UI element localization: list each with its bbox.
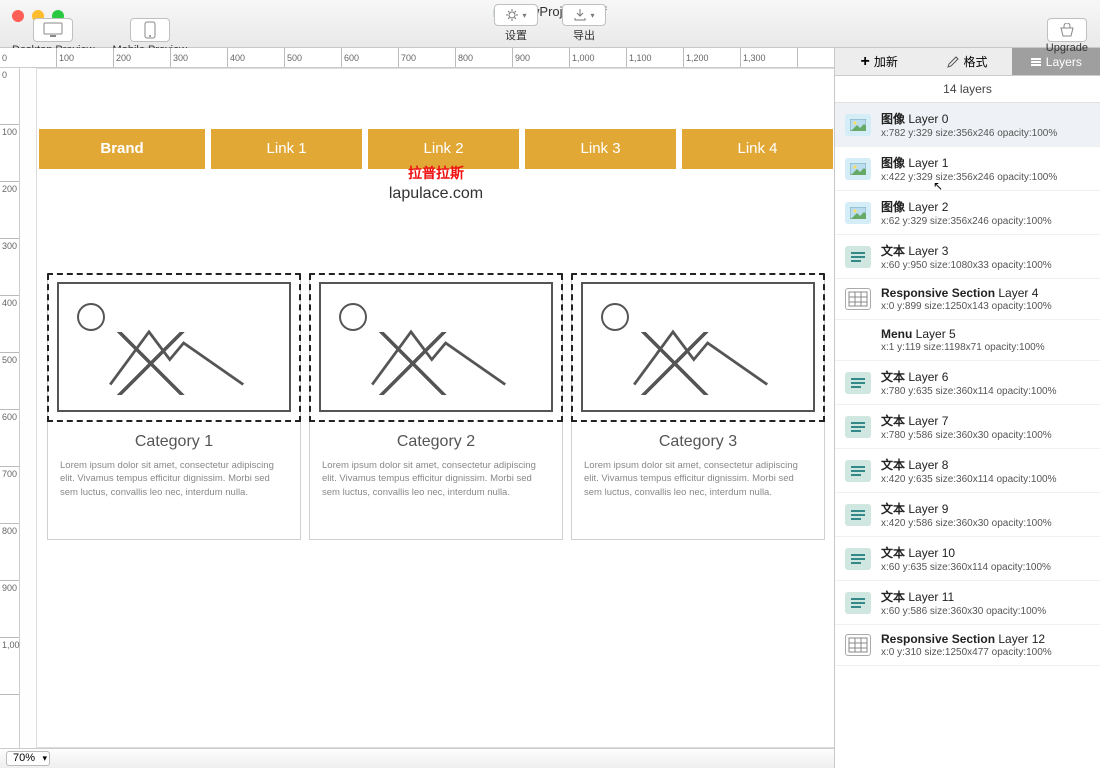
grid-icon	[845, 634, 871, 656]
grid-icon	[845, 288, 871, 310]
toolbar-center: ▾ 设置 ▾ 导出	[494, 4, 606, 43]
settings-button[interactable]: ▾ 设置	[494, 4, 538, 43]
card-image-placeholder[interactable]	[47, 274, 301, 422]
layer-info: 图像 Layer 0x:782 y:329 size:356x246 opaci…	[881, 110, 1057, 139]
layer-row[interactable]: Responsive Section Layer 12x:0 y:310 siz…	[835, 625, 1100, 666]
layer-info: 文本 Layer 3x:60 y:950 size:1080x33 opacit…	[881, 242, 1052, 271]
layer-row[interactable]: 文本 Layer 6x:780 y:635 size:360x114 opaci…	[835, 361, 1100, 405]
text-icon	[845, 372, 871, 394]
gear-icon	[505, 8, 519, 22]
card[interactable]: Category 3Lorem ipsum dolor sit amet, co…	[571, 273, 825, 540]
layer-row[interactable]: 文本 Layer 8x:420 y:635 size:360x114 opaci…	[835, 449, 1100, 493]
basket-icon	[1058, 23, 1076, 37]
layers-list[interactable]: 图像 Layer 0x:782 y:329 size:356x246 opaci…	[835, 103, 1100, 768]
text-icon	[845, 592, 871, 614]
layer-row[interactable]: 文本 Layer 11x:60 y:586 size:360x30 opacit…	[835, 581, 1100, 625]
upgrade-button[interactable]: Upgrade	[1046, 18, 1088, 54]
card-heading: Category 3	[572, 421, 824, 459]
layer-info: 图像 Layer 2x:62 y:329 size:356x246 opacit…	[881, 198, 1052, 227]
canvas-area: 01002003004005006007008009001,0001,1001,…	[0, 48, 835, 768]
text-icon	[845, 246, 871, 268]
layer-row[interactable]: 文本 Layer 3x:60 y:950 size:1080x33 opacit…	[835, 235, 1100, 279]
layer-info: Responsive Section Layer 4x:0 y:899 size…	[881, 286, 1052, 312]
layer-row[interactable]: 文本 Layer 7x:780 y:586 size:360x30 opacit…	[835, 405, 1100, 449]
ruler-vertical: 01002003004005006007008009001,000	[0, 68, 20, 748]
export-button[interactable]: ▾ 导出	[562, 4, 606, 43]
design-canvas[interactable]: Brand Link 1 Link 2 Link 3 Link 4 拉普拉斯 l…	[20, 68, 834, 748]
layer-info: 文本 Layer 7x:780 y:586 size:360x30 opacit…	[881, 412, 1052, 441]
card-heading: Category 2	[310, 421, 562, 459]
layer-info: ↖图像 Layer 1x:422 y:329 size:356x246 opac…	[881, 154, 1057, 183]
text-icon	[845, 460, 871, 482]
layer-row[interactable]: ↖图像 Layer 1x:422 y:329 size:356x246 opac…	[835, 147, 1100, 191]
text-icon	[845, 548, 871, 570]
card[interactable]: Category 2Lorem ipsum dolor sit amet, co…	[309, 273, 563, 540]
layer-row[interactable]: 文本 Layer 10x:60 y:635 size:360x114 opaci…	[835, 537, 1100, 581]
layer-info: 文本 Layer 11x:60 y:586 size:360x30 opacit…	[881, 588, 1046, 617]
layer-info: Menu Layer 5x:1 y:119 size:1198x71 opaci…	[881, 327, 1045, 353]
ruler-horizontal: 01002003004005006007008009001,0001,1001,…	[0, 48, 834, 68]
layer-row[interactable]: 图像 Layer 2x:62 y:329 size:356x246 opacit…	[835, 191, 1100, 235]
zoom-select[interactable]: 70%	[6, 751, 50, 766]
blank-icon	[845, 329, 871, 351]
layer-info: 文本 Layer 10x:60 y:635 size:360x114 opaci…	[881, 544, 1051, 573]
side-panel: +加新 格式 Layers 14 layers 图像 Layer 0x:782 …	[835, 48, 1100, 768]
text-icon	[845, 504, 871, 526]
layer-row[interactable]: 文本 Layer 9x:420 y:586 size:360x30 opacit…	[835, 493, 1100, 537]
layer-row[interactable]: Responsive Section Layer 4x:0 y:899 size…	[835, 279, 1100, 320]
layers-icon	[1030, 56, 1042, 68]
card-body: Lorem ipsum dolor sit amet, consectetur …	[48, 459, 300, 539]
layer-row[interactable]: Menu Layer 5x:1 y:119 size:1198x71 opaci…	[835, 320, 1100, 361]
layer-info: 文本 Layer 9x:420 y:586 size:360x30 opacit…	[881, 500, 1052, 529]
image-icon	[845, 114, 871, 136]
watermark-url: lapulace.com	[37, 185, 834, 203]
watermark-cn: 拉普拉斯	[37, 163, 834, 183]
export-icon	[573, 8, 587, 22]
page: Brand Link 1 Link 2 Link 3 Link 4 拉普拉斯 l…	[36, 68, 834, 748]
image-icon	[845, 202, 871, 224]
card-heading: Category 1	[48, 421, 300, 459]
titlebar: NewProject.wolf Desktop Preview Mobile P…	[0, 0, 1100, 48]
layer-info: 文本 Layer 6x:780 y:635 size:360x114 opaci…	[881, 368, 1057, 397]
card[interactable]: Category 1Lorem ipsum dolor sit amet, co…	[47, 273, 301, 540]
tab-style[interactable]: 格式	[923, 48, 1011, 76]
card-image-placeholder[interactable]	[309, 274, 563, 422]
status-bar: 70%	[0, 748, 834, 768]
card-body: Lorem ipsum dolor sit amet, consectetur …	[310, 459, 562, 539]
text-icon	[845, 416, 871, 438]
layer-info: 文本 Layer 8x:420 y:635 size:360x114 opaci…	[881, 456, 1057, 485]
image-icon	[845, 158, 871, 180]
tab-add[interactable]: +加新	[835, 48, 923, 76]
card-image-placeholder[interactable]	[571, 274, 825, 422]
mobile-icon	[144, 21, 156, 39]
pencil-icon	[947, 56, 959, 68]
layer-row[interactable]: 图像 Layer 0x:782 y:329 size:356x246 opaci…	[835, 103, 1100, 147]
card-section: Category 1Lorem ipsum dolor sit amet, co…	[37, 273, 834, 540]
card-body: Lorem ipsum dolor sit amet, consectetur …	[572, 459, 824, 539]
layer-info: Responsive Section Layer 12x:0 y:310 siz…	[881, 632, 1052, 658]
desktop-icon	[42, 22, 64, 38]
layers-count: 14 layers	[835, 76, 1100, 103]
